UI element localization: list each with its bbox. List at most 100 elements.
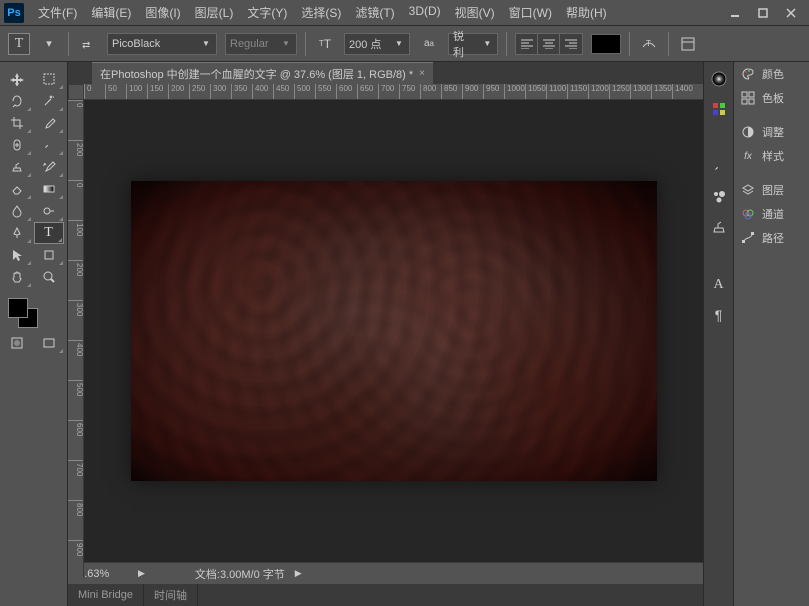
document-tabs: 在Photoshop 中创建一个血腥的文字 @ 37.6% (图层 1, RGB… bbox=[68, 62, 703, 84]
menu-filter[interactable]: 滤镜(T) bbox=[349, 2, 400, 23]
panel-channels[interactable]: 通道 bbox=[734, 202, 809, 226]
close-tab-icon[interactable]: × bbox=[419, 68, 425, 79]
gradient-tool[interactable] bbox=[34, 178, 64, 200]
horizontal-ruler[interactable]: 0501001502002503003504004505005506006507… bbox=[84, 84, 703, 100]
panel-layers[interactable]: 图层 bbox=[734, 178, 809, 202]
menu-type[interactable]: 文字(Y) bbox=[241, 2, 293, 23]
paragraph-strip-icon[interactable]: ¶ bbox=[708, 304, 730, 326]
font-size-dropdown[interactable]: 200 点 ▼ bbox=[344, 33, 410, 55]
info-arrow-icon[interactable]: ▶ bbox=[295, 568, 302, 579]
ruler-tick: 50 bbox=[105, 84, 117, 100]
ruler-origin[interactable] bbox=[68, 84, 84, 100]
antialias-dropdown[interactable]: 锐利 ▼ bbox=[448, 33, 498, 55]
preset-arrow-icon[interactable]: ▾ bbox=[38, 33, 60, 55]
clone-source-icon[interactable] bbox=[708, 216, 730, 238]
ruler-tick: 1050 bbox=[525, 84, 546, 100]
marquee-tool[interactable] bbox=[34, 68, 64, 90]
ruler-tick: 1400 bbox=[672, 84, 693, 100]
brush-tool[interactable] bbox=[34, 134, 64, 156]
menu-view[interactable]: 视图(V) bbox=[449, 2, 501, 23]
palette-icon bbox=[740, 66, 756, 82]
eraser-tool[interactable] bbox=[2, 178, 32, 200]
quick-mask-icon[interactable] bbox=[2, 332, 32, 354]
lasso-tool[interactable] bbox=[2, 90, 32, 112]
document-tab[interactable]: 在Photoshop 中创建一个血腥的文字 @ 37.6% (图层 1, RGB… bbox=[92, 62, 433, 84]
options-bar: T ▾ ⇄ PicoBlack ▼ Regular ▼ TT 200 点 ▼ a… bbox=[0, 26, 809, 62]
collapsed-panel-strip: A ¶ bbox=[703, 62, 733, 606]
shape-tool[interactable] bbox=[34, 244, 64, 266]
type-tool[interactable]: T bbox=[34, 222, 64, 244]
color-swatches[interactable] bbox=[0, 290, 67, 330]
menu-help[interactable]: 帮助(H) bbox=[560, 2, 613, 23]
pen-tool[interactable] bbox=[2, 222, 32, 244]
ruler-tick: 900 bbox=[462, 84, 478, 100]
svg-text:T: T bbox=[646, 39, 651, 48]
text-orientation-icon[interactable]: ⇄ bbox=[77, 33, 99, 55]
tab-timeline[interactable]: 时间轴 bbox=[144, 584, 198, 606]
font-family-dropdown[interactable]: PicoBlack ▼ bbox=[107, 33, 217, 55]
panel-label: 调整 bbox=[762, 124, 784, 140]
panel-swatches[interactable]: 色板 bbox=[734, 86, 809, 110]
foreground-color[interactable] bbox=[8, 298, 28, 318]
blur-tool[interactable] bbox=[2, 200, 32, 222]
panel-styles[interactable]: fx 样式 bbox=[734, 144, 809, 168]
hand-tool[interactable] bbox=[2, 266, 32, 288]
document-canvas[interactable] bbox=[131, 181, 657, 481]
zoom-arrow-icon[interactable]: ▶ bbox=[138, 568, 145, 579]
half-circle-icon bbox=[740, 124, 756, 140]
document-info[interactable]: 文档:3.00M/0 字节 bbox=[195, 566, 285, 582]
panel-adjustments[interactable]: 调整 bbox=[734, 120, 809, 144]
font-style-dropdown[interactable]: Regular ▼ bbox=[225, 33, 297, 55]
warp-text-icon[interactable]: T bbox=[638, 33, 660, 55]
text-color-swatch[interactable] bbox=[591, 34, 621, 54]
minimize-button[interactable] bbox=[721, 3, 749, 23]
history-brush-tool[interactable] bbox=[34, 156, 64, 178]
character-strip-icon[interactable]: A bbox=[708, 274, 730, 296]
ruler-tick: 650 bbox=[357, 84, 373, 100]
align-left-button[interactable] bbox=[516, 34, 538, 54]
font-family-value: PicoBlack bbox=[112, 38, 160, 50]
zoom-tool[interactable] bbox=[34, 266, 64, 288]
eyedropper-tool[interactable] bbox=[34, 112, 64, 134]
close-button[interactable] bbox=[777, 3, 805, 23]
document-tab-label: 在Photoshop 中创建一个血腥的文字 @ 37.6% (图层 1, RGB… bbox=[100, 66, 413, 82]
canvas-area[interactable] bbox=[84, 100, 703, 562]
dodge-tool[interactable] bbox=[34, 200, 64, 222]
panel-color[interactable]: 颜色 bbox=[734, 62, 809, 86]
brush-strip-icon[interactable] bbox=[708, 156, 730, 178]
ruler-tick: 850 bbox=[441, 84, 457, 100]
align-center-button[interactable] bbox=[538, 34, 560, 54]
menu-3d[interactable]: 3D(D) bbox=[403, 2, 447, 23]
swatches-strip-icon[interactable] bbox=[708, 98, 730, 120]
maximize-button[interactable] bbox=[749, 3, 777, 23]
crop-tool[interactable] bbox=[2, 112, 32, 134]
magic-wand-tool[interactable] bbox=[34, 90, 64, 112]
tool-preset-icon[interactable]: T bbox=[8, 33, 30, 55]
screen-mode-icon[interactable] bbox=[34, 332, 64, 354]
bottom-panel-tabs: Mini Bridge 时间轴 bbox=[68, 584, 703, 606]
path-selection-tool[interactable] bbox=[2, 244, 32, 266]
align-right-button[interactable] bbox=[560, 34, 582, 54]
brush-presets-icon[interactable] bbox=[708, 186, 730, 208]
tab-mini-bridge[interactable]: Mini Bridge bbox=[68, 584, 144, 606]
ruler-tick: 100 bbox=[68, 220, 84, 236]
panels-dock: 颜色 色板 调整 fx 样式 图层 通道 路径 bbox=[733, 62, 809, 606]
separator bbox=[506, 32, 507, 56]
vertical-ruler[interactable]: 02000100200300400500600700800900 bbox=[68, 100, 84, 578]
panel-paths[interactable]: 路径 bbox=[734, 226, 809, 250]
ruler-tick: 900 bbox=[68, 540, 84, 556]
menu-layer[interactable]: 图层(L) bbox=[189, 2, 240, 23]
status-bar: 37.63% ▶ 文档:3.00M/0 字节 ▶ bbox=[68, 562, 703, 584]
clone-stamp-tool[interactable] bbox=[2, 156, 32, 178]
menu-edit[interactable]: 编辑(E) bbox=[85, 2, 137, 23]
character-panel-icon[interactable] bbox=[677, 33, 699, 55]
menu-file[interactable]: 文件(F) bbox=[32, 2, 83, 23]
healing-brush-tool[interactable] bbox=[2, 134, 32, 156]
move-tool[interactable] bbox=[2, 68, 32, 90]
color-wheel-icon[interactable] bbox=[708, 68, 730, 90]
svg-text:⇄: ⇄ bbox=[82, 40, 90, 51]
menu-image[interactable]: 图像(I) bbox=[139, 2, 186, 23]
menu-window[interactable]: 窗口(W) bbox=[503, 2, 558, 23]
menu-select[interactable]: 选择(S) bbox=[295, 2, 347, 23]
panel-label: 路径 bbox=[762, 230, 784, 246]
